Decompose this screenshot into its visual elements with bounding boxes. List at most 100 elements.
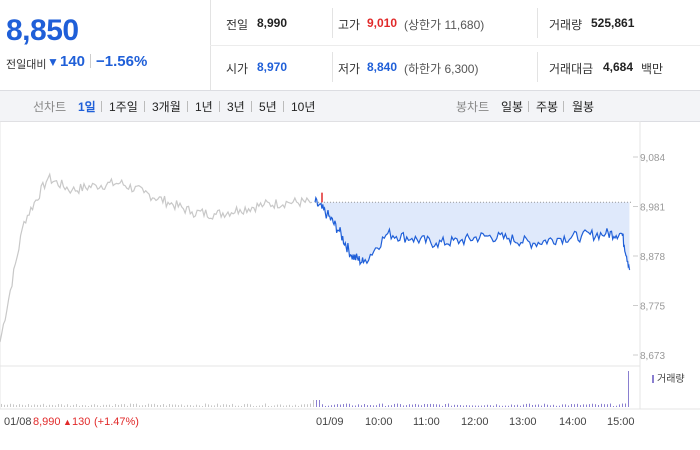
volume-bar <box>370 405 371 407</box>
volume-bar <box>361 405 362 407</box>
volume-bars <box>1 371 629 407</box>
volume-bar <box>256 405 257 407</box>
period-1w-button[interactable]: 1주일 <box>109 98 138 115</box>
prev-day-date: 01/08 <box>4 416 32 428</box>
period-10y-button[interactable]: 10년 <box>291 98 315 115</box>
volume-bar <box>472 405 473 407</box>
x-tick-label: 11:00 <box>413 416 440 428</box>
volume-bar <box>526 403 527 407</box>
candle-daily-button[interactable]: 일봉 <box>501 98 523 115</box>
volume-bar <box>175 404 176 407</box>
volume-bar <box>421 405 422 407</box>
volume-bar <box>307 404 308 407</box>
volume-bar <box>10 403 11 407</box>
lower-limit-text: (하한가 6,300) <box>404 62 479 76</box>
candle-weekly-button[interactable]: 주봉 <box>536 98 558 115</box>
volume-bar <box>28 404 29 407</box>
chart-lines <box>0 172 632 343</box>
divider <box>537 8 538 38</box>
volume-bar <box>628 371 629 407</box>
x-tick-label: 12:00 <box>461 416 489 428</box>
volume-bar <box>25 405 26 407</box>
volume-bar <box>295 404 296 407</box>
x-tick-label: 14:00 <box>559 416 587 428</box>
open-value: 8,970 <box>257 60 288 74</box>
volume-bar <box>415 403 416 407</box>
volume-bar <box>187 404 188 407</box>
volume-bar <box>319 400 320 407</box>
volume-bar <box>313 400 314 407</box>
amount-unit: 백만 <box>641 62 664 76</box>
volume-bar <box>127 405 128 407</box>
period-1d-button[interactable]: 1일 <box>78 98 96 115</box>
volume-bar <box>406 405 407 407</box>
current-price: 8,850 <box>6 14 79 47</box>
volume-bar <box>400 404 401 407</box>
volume-bar <box>73 404 74 407</box>
volume-bar <box>181 404 182 407</box>
volume-bar <box>418 404 419 407</box>
volume-bar <box>97 405 98 407</box>
volume-bar <box>151 404 152 407</box>
divider <box>528 101 529 112</box>
period-3y-button[interactable]: 3년 <box>227 98 245 115</box>
volume-bar <box>592 403 593 407</box>
volume-bar <box>217 403 218 407</box>
volume-bar <box>130 403 131 407</box>
volume-bar <box>310 403 311 407</box>
high-label: 고가 <box>338 18 361 32</box>
amount-value: 4,684 <box>603 60 634 74</box>
volume-bar <box>352 405 353 407</box>
volume-bar <box>100 405 101 407</box>
volume-bar <box>76 404 77 407</box>
y-tick-label: 8,878 <box>640 252 665 263</box>
volume-bar <box>220 405 221 407</box>
volume-bar <box>619 404 620 407</box>
volume-bar <box>574 404 575 407</box>
volume-bar <box>388 405 389 407</box>
volume-bar <box>379 403 380 407</box>
volume-bar <box>145 405 146 407</box>
volume-bar <box>124 404 125 407</box>
volume-bar <box>157 404 158 407</box>
divider <box>219 101 220 112</box>
volume-bar <box>430 403 431 407</box>
volume-bar <box>427 404 428 407</box>
volume-bar <box>205 403 206 407</box>
volume-label: 거래량 <box>549 18 583 32</box>
volume-bar <box>169 404 170 407</box>
volume-bar <box>598 405 599 407</box>
period-3m-button[interactable]: 3개월 <box>152 98 181 115</box>
volume-bar <box>502 405 503 407</box>
volume-bar <box>301 404 302 407</box>
divider <box>144 101 145 112</box>
volume-bar <box>274 405 275 407</box>
candle-monthly-button[interactable]: 월봉 <box>572 98 594 115</box>
volume-value: 525,861 <box>591 16 635 30</box>
volume-bar <box>148 403 149 407</box>
period-5y-button[interactable]: 5년 <box>259 98 277 115</box>
volume-bar <box>136 403 137 407</box>
divider <box>187 101 188 112</box>
volume-bar <box>550 405 551 407</box>
volume-bar <box>532 404 533 407</box>
volume-bar <box>385 405 386 407</box>
volume-bar <box>424 403 425 407</box>
volume-bar <box>250 404 251 407</box>
y-tick-label: 9,084 <box>640 153 665 164</box>
volume-bar <box>316 400 317 407</box>
divider <box>332 8 333 38</box>
volume-bar <box>160 405 161 407</box>
period-1y-button[interactable]: 1년 <box>195 98 213 115</box>
volume-bar <box>40 404 41 407</box>
volume-bar <box>268 405 269 407</box>
volume-bar <box>493 405 494 407</box>
volume-bar <box>616 405 617 407</box>
volume-bar <box>292 405 293 407</box>
volume-bar <box>604 404 605 407</box>
volume-bar <box>211 405 212 407</box>
volume-bar <box>439 404 440 407</box>
volume-bar <box>562 404 563 407</box>
volume-bar <box>505 405 506 407</box>
volume-bar <box>343 404 344 407</box>
